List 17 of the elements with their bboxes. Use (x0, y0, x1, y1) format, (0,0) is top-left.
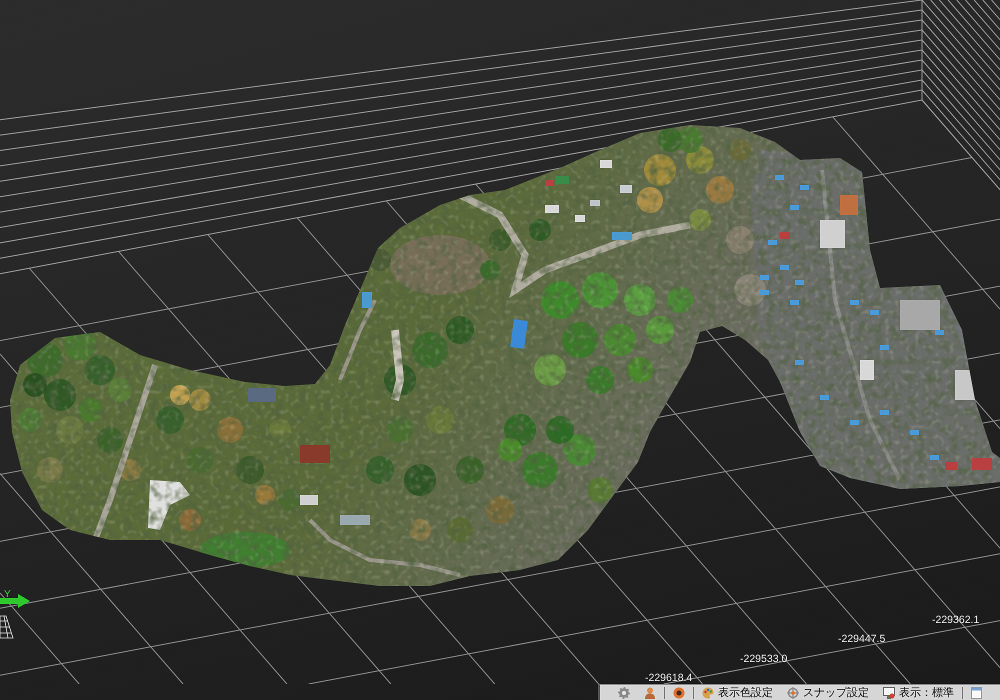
coordinate-label: -229618.4 (645, 672, 692, 684)
coordinate-label: -229533.0 (740, 653, 788, 665)
target-icon (673, 686, 685, 698)
3d-viewport[interactable]: -229618.4 -229533.0 -229447.5 -229362.1 Y 表示色設定 スナップ設定 表示：標準 (0, 0, 1000, 700)
display-mode-button[interactable]: 表示：標準 (877, 685, 960, 700)
person-icon (644, 686, 656, 698)
monitor-icon (883, 686, 895, 698)
display-color-button[interactable]: 表示色設定 (696, 685, 779, 700)
gear-icon (618, 686, 630, 698)
crosshair-icon (787, 686, 799, 698)
snap-settings-button[interactable]: スナップ設定 (781, 685, 875, 700)
coordinate-label: -229362.1 (932, 614, 980, 626)
coordinate-label: -229447.5 (838, 633, 886, 645)
palette-icon (702, 686, 714, 698)
grid-plane-icon (0, 616, 14, 638)
axis-label: Y (4, 589, 11, 600)
window-icon (971, 686, 982, 698)
